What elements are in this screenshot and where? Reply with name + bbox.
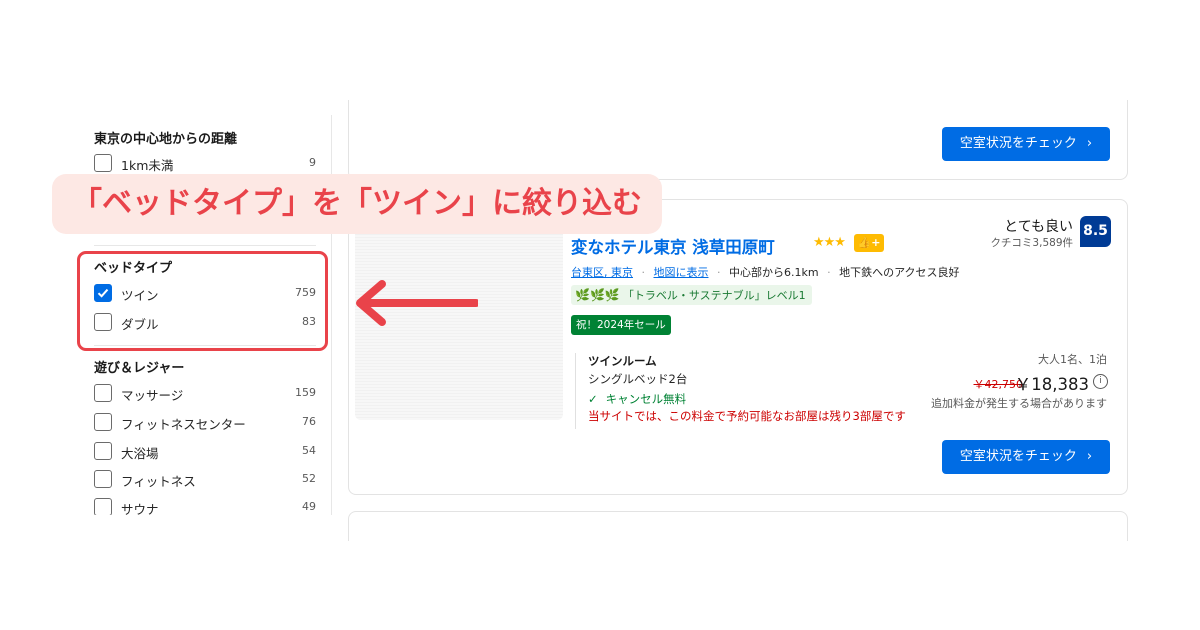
button-label: 空室状況をチェック (959, 449, 1077, 464)
filter-option-count: 9 (309, 156, 316, 169)
annotation-text: 「ベッドタイプ」を「ツイン」に絞り込む (72, 186, 642, 221)
page: 東京の中心地からの距離 1km未満 9 ベッドタイプ ツイン 759 ダブル 8… (0, 0, 1200, 630)
filter-option-public-bath[interactable]: 大浴場 54 (94, 441, 316, 463)
info-icon[interactable]: i (1093, 374, 1108, 389)
checkbox[interactable] (94, 470, 112, 488)
filter-option-label: マッサージ (121, 388, 184, 403)
review-score-badge: 8.5 (1080, 216, 1111, 247)
filter-option-fitness[interactable]: フィットネス 52 (94, 469, 316, 491)
chevron-right-icon: › (1086, 449, 1093, 464)
rooms-left-warning: 当サイトでは、この料金で予約可能なお部屋は残り3部屋です (588, 409, 906, 423)
filter-option-label: フィットネス (121, 474, 196, 489)
checkbox[interactable] (94, 498, 112, 515)
distance-text: 中心部から6.1km (729, 266, 819, 279)
current-price: ￥18,383 (1014, 375, 1089, 394)
filter-option-count: 159 (295, 386, 316, 399)
check-availability-button[interactable]: 空室状況をチェック › (942, 440, 1110, 474)
area-link[interactable]: 台東区, 東京 (571, 266, 633, 279)
separator-dot: · (827, 266, 831, 279)
hotel-name-link[interactable]: 変なホテル東京 浅草田原町 (571, 234, 775, 258)
extra-charges-note: 追加料金が発生する場合があります (931, 397, 1107, 410)
room-beds: シングルベッド2台 (588, 372, 688, 386)
location-line: 台東区, 東京 · 地図に表示 · 中心部から6.1km · 地下鉄へのアクセス… (571, 264, 960, 280)
room-info: ツインルーム シングルベッド2台 ✓ キャンセル無料 当サイトでは、この料金で予約… (575, 353, 916, 429)
check-availability-button[interactable]: 空室状況をチェック › (942, 127, 1110, 161)
separator-dot: · (641, 266, 646, 279)
subway-access-text: 地下鉄へのアクセス良好 (839, 266, 960, 279)
sustainability-label: 「トラベル・サステナブル」レベル1 (622, 289, 806, 302)
checkbox[interactable] (94, 413, 112, 431)
room-name: ツインルーム (588, 354, 657, 368)
highlight-box (77, 251, 328, 351)
button-label: 空室状況をチェック (959, 136, 1077, 151)
hotel-card: 変なホテル東京 浅草田原町 ★★★ 👍+ とても良い クチコミ3,589件 8.… (348, 199, 1128, 495)
hotel-card-next (348, 511, 1128, 541)
filter-option-label: フィットネスセンター (121, 417, 246, 432)
filter-option-count: 52 (302, 472, 316, 485)
filter-option-count: 76 (302, 415, 316, 428)
divider (94, 245, 316, 246)
free-cancellation-label: キャンセル無料 (605, 392, 687, 406)
thumbs-up-badge-icon: 👍+ (854, 234, 884, 252)
checkbox[interactable] (94, 442, 112, 460)
filter-option-label: 1km未満 (121, 158, 174, 173)
free-cancellation: ✓ キャンセル無料 (588, 391, 686, 407)
checkbox[interactable] (94, 384, 112, 402)
sustainability-badge[interactable]: 🌿🌿🌿 「トラベル・サステナブル」レベル1 (571, 285, 812, 305)
annotation-banner: 「ベッドタイプ」を「ツイン」に絞り込む (52, 174, 662, 234)
filter-option-1km[interactable]: 1km未満 9 (94, 153, 316, 175)
checkbox[interactable] (94, 154, 112, 172)
filter-group-title-leisure: 遊び＆レジャー (94, 361, 185, 376)
review-score-word: とても良い (1004, 219, 1073, 235)
chevron-right-icon: › (1086, 136, 1093, 151)
guests-nights: 大人1名、1泊 (1038, 353, 1107, 366)
filter-option-label: 大浴場 (121, 446, 159, 461)
filter-option-label: サウナ (121, 502, 159, 515)
left-arrow-icon (356, 280, 478, 326)
check-icon: ✓ (588, 392, 598, 406)
filter-option-massage[interactable]: マッサージ 159 (94, 383, 316, 405)
hotel-card-previous: 空室状況をチェック › (348, 100, 1128, 180)
filter-option-fitness-center[interactable]: フィットネスセンター 76 (94, 412, 316, 434)
filter-group-title-distance: 東京の中心地からの距離 (94, 132, 238, 147)
review-count: クチコミ3,589件 (990, 237, 1073, 249)
filter-option-count: 49 (302, 500, 316, 513)
filter-option-count: 54 (302, 444, 316, 457)
show-on-map-link[interactable]: 地図に表示 (654, 266, 709, 279)
star-rating-icon: ★★★ (813, 235, 846, 250)
sale-badge: 祝！2024年セール (571, 315, 671, 335)
leaf-icon: 🌿🌿🌿 (575, 288, 620, 302)
separator-dot: · (717, 266, 721, 279)
filter-option-sauna[interactable]: サウナ 49 (94, 497, 316, 515)
